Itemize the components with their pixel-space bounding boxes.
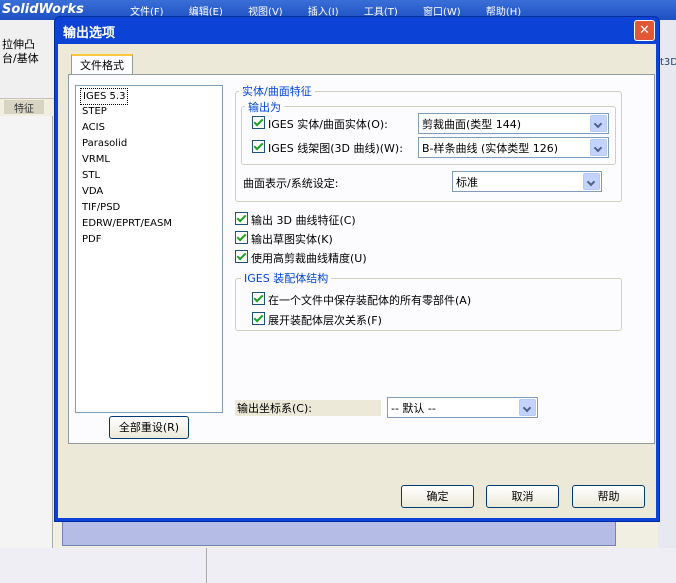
iges-wire-value: B-样条曲线 (实体类型 126) [422,142,559,155]
save-all-components-checkbox[interactable] [252,292,265,305]
high-trim-precision-label: 使用高剪裁曲线精度(U) [251,252,367,265]
list-item-acis[interactable]: ACIS [80,120,107,135]
surface-rep-label: 曲面表示/系统设定: [243,177,339,190]
list-item-vda[interactable]: VDA [80,184,105,199]
iges-wire-checkbox[interactable] [252,140,265,153]
high-trim-precision-checkbox[interactable] [235,250,248,263]
app-logo: SolidWorks [2,2,84,17]
list-item-pdf[interactable]: PDF [80,232,103,247]
chevron-down-icon[interactable] [590,115,607,132]
task-pane [658,20,676,583]
help-button[interactable]: 帮助 [572,485,645,508]
coord-system-select[interactable]: -- 默认 -- [387,397,538,418]
status-area [0,548,676,583]
iges-solid-select[interactable]: 剪裁曲面(类型 144) [418,113,609,134]
tab-panel: IGES 5.3 STEP ACIS Parasolid VRML STL VD… [68,74,655,444]
list-item-stl[interactable]: STL [80,168,102,183]
iges-wire-label: IGES 线架图(3D 曲线)(W): [268,142,403,155]
tab-file-format[interactable]: 文件格式 [71,54,133,75]
close-icon[interactable]: ✕ [634,20,655,41]
export-3d-curves-checkbox[interactable] [235,212,248,225]
assembly-structure-legend: IGES 装配体结构 [241,270,332,286]
dialog-client-area: 文件格式 IGES 5.3 STEP ACIS Parasolid VRML S… [58,44,656,518]
export-3d-curves-label: 输出 3D 曲线特征(C) [251,214,356,227]
iges-solid-checkbox[interactable] [252,116,265,129]
list-item-vrml[interactable]: VRML [80,152,112,167]
iges-wire-select[interactable]: B-样条曲线 (实体类型 126) [418,137,609,158]
ok-button[interactable]: 确定 [401,485,474,508]
flatten-hierarchy-label: 展开装配体层次关系(F) [268,314,382,327]
list-item-parasolid[interactable]: Parasolid [80,136,129,151]
list-item-tif-psd[interactable]: TIF/PSD [80,200,122,215]
list-item-iges[interactable]: IGES 5.3 [80,88,129,105]
extrude-boss-button[interactable]: 拉伸凸 台/基体 [2,38,39,66]
tab-features[interactable]: 特征 [4,100,44,115]
solid-surface-legend: 实体/曲面特征 [239,83,315,99]
chevron-down-icon[interactable] [519,399,536,416]
feature-manager-panel [0,116,53,583]
save-all-components-label: 在一个文件中保存装配体的所有零部件(A) [268,294,472,307]
list-item-step[interactable]: STEP [80,104,109,119]
export-options-dialog: 输出选项 ✕ 文件格式 IGES 5.3 STEP ACIS Parasolid… [54,16,660,522]
chevron-down-icon[interactable] [583,173,600,190]
cancel-button[interactable]: 取消 [486,485,559,508]
iges-solid-label: IGES 实体/曲面实体(O): [268,118,388,131]
export-sketch-checkbox[interactable] [235,231,248,244]
flatten-hierarchy-checkbox[interactable] [252,312,265,325]
coord-system-value: -- 默认 -- [391,402,436,415]
surface-rep-value: 标准 [456,176,478,189]
iges-solid-value: 剪裁曲面(类型 144) [422,118,522,131]
output-as-legend: 输出为 [245,99,284,115]
chevron-down-icon[interactable] [590,139,607,156]
surface-rep-select[interactable]: 标准 [452,171,602,192]
dialog-title: 输出选项 [63,26,116,41]
status-divider [206,548,207,583]
format-list[interactable]: IGES 5.3 STEP ACIS Parasolid VRML STL VD… [75,85,223,413]
coord-system-label: 输出坐标系(C): [235,400,381,416]
export-sketch-label: 输出草图实体(K) [251,233,333,246]
reset-all-button[interactable]: 全部重设(R) [109,416,189,439]
task-pane-label: t3D [660,57,676,68]
list-item-edrw[interactable]: EDRW/EPRT/EASM [80,216,174,231]
background-window-frame [62,520,616,546]
